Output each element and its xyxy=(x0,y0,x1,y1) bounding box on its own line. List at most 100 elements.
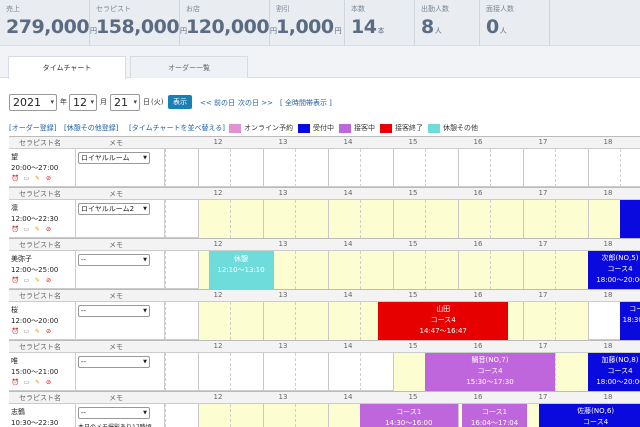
booking-block[interactable]: 加藤(NO,8) コース4 18:00〜20:00 xyxy=(587,353,640,391)
ban-icon[interactable]: ⊘ xyxy=(44,225,53,234)
legend-swatch xyxy=(339,123,351,133)
room-select-value: ロイヤルルーム xyxy=(81,154,130,162)
booking-block[interactable]: コース1 14:30〜16:00 xyxy=(360,404,458,427)
row-actions: ⏰ ▭ ✎ ⊘ xyxy=(11,276,55,285)
therapist-name[interactable]: 美弥子 xyxy=(11,254,32,264)
therapist-col-header: セラピスト名 xyxy=(19,292,61,300)
alarm-icon[interactable]: ⏰ xyxy=(11,327,20,336)
hour-label: 16 xyxy=(473,342,483,350)
edit-icon[interactable]: ✎ xyxy=(33,378,42,387)
legend: オンライン予約 受付中 接客中 接客終了 休憩その他 xyxy=(229,123,478,133)
grid-line xyxy=(392,200,394,238)
booking-block[interactable]: コース1 16:04〜17:04 xyxy=(462,404,528,427)
booking-block[interactable]: 山田 コース4 14:47〜16:47 xyxy=(378,302,509,340)
prev-day-link[interactable]: << 前の日 xyxy=(200,98,235,108)
booking-line: 14:30〜16:00 xyxy=(385,419,433,427)
grid-line xyxy=(490,251,491,289)
therapist-name[interactable]: 桜 xyxy=(11,305,18,315)
grid-line xyxy=(587,149,589,187)
next-day-link[interactable]: 次の日 >> xyxy=(238,98,273,108)
stat-unit: 人 xyxy=(499,27,507,35)
hour-label: 18 xyxy=(603,291,613,299)
alarm-icon[interactable]: ⏰ xyxy=(11,225,20,234)
room-select[interactable]: -- ▼ xyxy=(78,305,150,317)
day-select[interactable]: 21 ▾ xyxy=(110,94,140,111)
grid-line xyxy=(425,200,426,238)
booking-block[interactable]: 佐藤(NO,6)コース417:15〜 xyxy=(538,404,640,427)
tab-timechart[interactable]: タイムチャート xyxy=(8,56,126,79)
booking-block[interactable]: 次郎(NO,5) コース4 18:00〜20:00 xyxy=(587,251,640,289)
show-button[interactable]: 表示 xyxy=(168,95,192,109)
booking-block[interactable]: 鯛音(NO,7) コース4 15:30〜17:30 xyxy=(425,353,555,391)
edit-icon[interactable]: ✎ xyxy=(33,225,42,234)
grid-line xyxy=(555,251,556,289)
ban-icon[interactable]: ⊘ xyxy=(44,378,53,387)
therapist-row: 凛 12:00〜22:30 ⏰ ▭ ✎ ⊘ ロイヤルルーム2 ▼ xyxy=(9,200,640,238)
grid-line xyxy=(327,404,329,427)
memo-icon[interactable]: ▭ xyxy=(22,276,31,285)
room-select[interactable]: -- ▼ xyxy=(78,254,150,266)
date-selector: 2021 ▾ 年 12 ▾ 月 21 ▾ 日 (火) 表示 << 前の日 次の日 >>… xyxy=(0,92,640,114)
ban-icon[interactable]: ⊘ xyxy=(44,174,53,183)
alarm-icon[interactable]: ⏰ xyxy=(11,174,20,183)
grid-line xyxy=(197,404,199,427)
booking-block[interactable]: 休憩 12:10〜13:10 xyxy=(208,251,274,289)
booking-block[interactable] xyxy=(620,200,640,238)
grid-line xyxy=(165,302,166,340)
memo-icon[interactable]: ▭ xyxy=(22,174,31,183)
booking-line: コース4 xyxy=(430,316,456,324)
ban-icon[interactable]: ⊘ xyxy=(44,327,53,336)
grid-line xyxy=(327,302,329,340)
alarm-icon[interactable]: ⏰ xyxy=(11,378,20,387)
order-register-link[interactable]: [オーダー登録] xyxy=(9,123,56,133)
booking-line: 15:30〜17:30 xyxy=(466,378,514,386)
booking-line: 14:47〜16:47 xyxy=(419,327,467,335)
memo-icon[interactable]: ▭ xyxy=(22,378,31,387)
sort-timechart-link[interactable]: [タイムチャートを並べ替える] xyxy=(129,123,225,133)
chart-header: セラピスト名 メモ 12 13 14 15 16 17 18 xyxy=(9,391,640,404)
room-select[interactable]: ロイヤルルーム2 ▼ xyxy=(78,203,150,215)
stat-value: 279,000円 xyxy=(6,16,97,38)
edit-icon[interactable]: ✎ xyxy=(33,276,42,285)
grid-line xyxy=(522,149,524,187)
booking-block[interactable]: コー 18:30〜 xyxy=(620,302,640,340)
hour-label: 14 xyxy=(343,342,353,350)
edit-icon[interactable]: ✎ xyxy=(33,327,42,336)
all-hours-link[interactable]: [ 全時間帯表示 ] xyxy=(280,98,332,108)
stat-label: 面接人数 xyxy=(486,5,514,13)
grid-line xyxy=(327,200,329,238)
chevron-down-icon: ▼ xyxy=(143,155,147,161)
year-select[interactable]: 2021 ▾ xyxy=(9,94,57,111)
time-cells xyxy=(165,149,640,187)
therapist-name[interactable]: 望 xyxy=(11,152,18,162)
therapist-name[interactable]: 志鶴 xyxy=(11,407,25,417)
weekday-label: (火) xyxy=(151,98,164,106)
row-actions: ⏰ ▭ ✎ ⊘ xyxy=(11,225,55,234)
row-actions: ⏰ ▭ ✎ ⊘ xyxy=(11,378,55,387)
stat-1: セラピスト 158,000円 xyxy=(90,0,187,46)
stat-value: 1,000円 xyxy=(276,16,342,38)
room-select[interactable]: ロイヤルルーム ▼ xyxy=(78,152,150,164)
hour-label: 14 xyxy=(343,138,353,146)
therapist-name[interactable]: 唯 xyxy=(11,356,18,366)
edit-icon[interactable]: ✎ xyxy=(33,174,42,183)
booking-line: 18:00〜20:00 xyxy=(596,276,640,284)
ban-icon[interactable]: ⊘ xyxy=(44,276,53,285)
room-select[interactable]: -- ▼ xyxy=(78,407,150,419)
grid-line xyxy=(457,149,459,187)
memo-icon[interactable]: ▭ xyxy=(22,327,31,336)
chart-header: セラピスト名 メモ 12 13 14 15 16 17 18 xyxy=(9,340,640,353)
therapist-row: 望 20:00〜27:00 ⏰ ▭ ✎ ⊘ ロイヤルルーム ▼ xyxy=(9,149,640,187)
grid-line xyxy=(555,302,556,340)
available-slot[interactable] xyxy=(197,200,620,238)
therapist-name[interactable]: 凛 xyxy=(11,203,18,213)
memo-icon[interactable]: ▭ xyxy=(22,225,31,234)
break-register-link[interactable]: [休憩その他登録] xyxy=(64,123,118,133)
room-select[interactable]: -- ▼ xyxy=(78,356,150,368)
month-select[interactable]: 12 ▾ xyxy=(69,94,97,111)
shift-time: 12:00〜20:00 xyxy=(11,317,59,325)
timechart-page: { "stats": [ {"label":"売上","value":"279,… xyxy=(0,0,640,427)
alarm-icon[interactable]: ⏰ xyxy=(11,276,20,285)
grid-line xyxy=(360,353,361,391)
tab-order-list[interactable]: オーダー一覧 xyxy=(130,56,248,78)
